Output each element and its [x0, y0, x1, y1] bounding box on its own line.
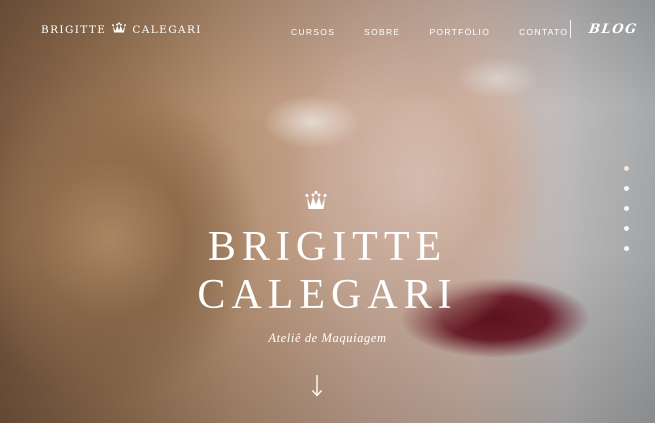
nav-item-sobre[interactable]: SOBRE	[364, 27, 400, 37]
site-logo[interactable]: BRIGITTE CALEGARI	[41, 22, 202, 37]
blog-link[interactable]: BLOG	[588, 22, 639, 37]
nav-item-contato[interactable]: CONTATO	[519, 27, 568, 37]
nav-divider	[570, 20, 571, 38]
slide-dot[interactable]	[624, 166, 629, 171]
logo-text-second: CALEGARI	[132, 23, 202, 36]
nav-item-cursos[interactable]: CURSOS	[291, 27, 335, 37]
hero-title-line1: BRIGITTE	[207, 224, 448, 270]
slide-dot[interactable]	[624, 186, 629, 191]
logo-text-first: BRIGITTE	[41, 23, 107, 36]
arrow-down-icon[interactable]	[310, 374, 324, 403]
hero-section: BRIGITTE CALEGARI CURSOS SOBRE PORTFÓLIO…	[0, 0, 655, 423]
hero-title-line2: CALEGARI	[197, 272, 458, 318]
hero-subtitle: Ateliê de Maquiagem	[268, 331, 387, 345]
slide-dot[interactable]	[624, 226, 629, 231]
crown-icon	[305, 190, 327, 217]
slide-dot[interactable]	[624, 246, 629, 251]
crown-icon	[112, 22, 127, 37]
slide-dot[interactable]	[624, 206, 629, 211]
slide-dots	[624, 166, 629, 266]
site-header: BRIGITTE CALEGARI CURSOS SOBRE PORTFÓLIO…	[0, 0, 655, 62]
nav-item-portfolio[interactable]: PORTFÓLIO	[429, 27, 490, 37]
main-nav: CURSOS SOBRE PORTFÓLIO CONTATO	[291, 27, 597, 37]
